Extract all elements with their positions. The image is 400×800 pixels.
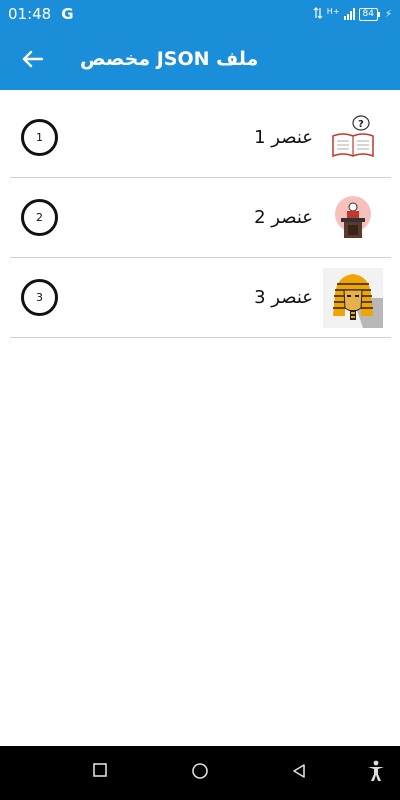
recents-button[interactable] <box>92 762 108 782</box>
item-label: عنصر 1 <box>254 127 313 148</box>
book-question-icon: ? <box>323 108 383 168</box>
list-item[interactable]: 3 عنصر 3 <box>10 258 391 338</box>
square-icon <box>93 763 107 777</box>
status-right: H+ 84 ⚡ <box>313 7 392 22</box>
triangle-back-icon <box>293 764 305 778</box>
system-nav-bar <box>0 746 400 800</box>
back-button[interactable] <box>18 45 46 73</box>
signal-icon <box>343 8 355 20</box>
accessibility-icon <box>368 760 384 781</box>
status-left: 01:48 G <box>8 5 74 23</box>
svg-text:?: ? <box>358 119 364 130</box>
item-label: عنصر 3 <box>254 287 313 308</box>
arrow-left-icon <box>22 50 43 68</box>
circle-icon <box>192 763 208 779</box>
charging-icon: ⚡ <box>384 8 392 20</box>
battery-level: 84 <box>362 8 374 19</box>
item-number-badge: 3 <box>21 279 58 316</box>
home-button[interactable] <box>191 762 209 784</box>
app-bar: ملف JSON مخصص <box>0 28 400 90</box>
battery-icon: 84 <box>358 7 381 21</box>
status-bar: 01:48 G H+ 84 ⚡ <box>0 0 400 28</box>
item-number-badge: 2 <box>21 199 58 236</box>
list-item[interactable]: 1 عنصر 1 ? <box>10 98 391 178</box>
item-list: 1 عنصر 1 ? 2 عنصر 2 3 عنصر 3 <box>10 98 391 338</box>
list-item[interactable]: 2 عنصر 2 <box>10 178 391 258</box>
network-type: H+ <box>326 6 340 16</box>
item-label: عنصر 2 <box>254 207 313 228</box>
pharaoh-mask-icon <box>323 267 383 328</box>
speaker-podium-icon <box>323 188 383 248</box>
google-g-icon: G <box>61 5 74 23</box>
status-time: 01:48 <box>8 5 52 23</box>
page-title: ملف JSON مخصص <box>80 48 259 70</box>
data-arrows-icon <box>313 6 323 22</box>
accessibility-button[interactable] <box>366 760 386 786</box>
item-number-badge: 1 <box>21 119 58 156</box>
nav-back-button[interactable] <box>290 762 308 784</box>
